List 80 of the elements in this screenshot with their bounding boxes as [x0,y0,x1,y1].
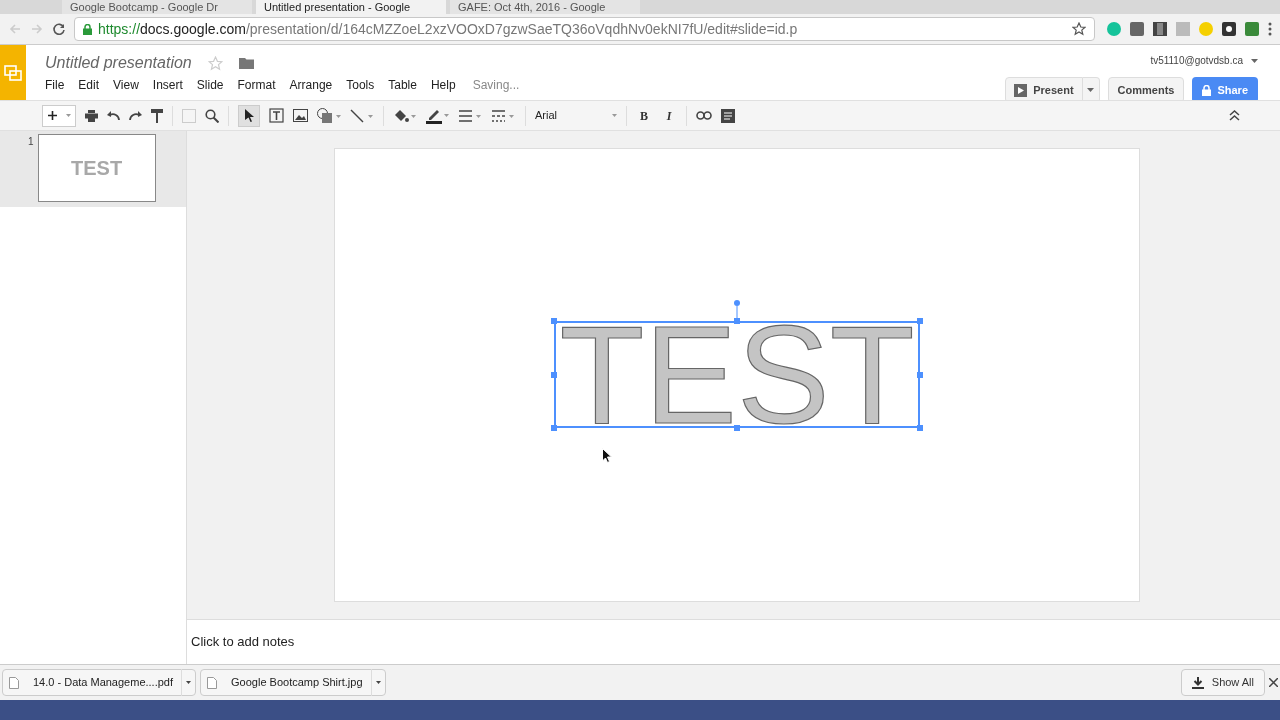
menu-item[interactable]: Slide [196,76,224,94]
account-email[interactable]: tv51110@gotvdsb.ca [1150,53,1243,68]
browser-tab[interactable]: Untitled presentation - Google [256,0,446,14]
browser-tab[interactable]: Google Bootcamp - Google Dr [62,0,252,14]
url-text: https://docs.google.com/presentation/d/164cMZZoeL2xzVOOxD7gzwSaeTQ36oVqdhNv0ekNI7fU/edit#slide=id.p [98,19,798,39]
download-icon [1191,676,1204,689]
line-icon[interactable] [350,108,374,123]
menu-item[interactable]: View [113,76,139,94]
resize-handle[interactable] [917,425,923,431]
border-weight-icon[interactable] [459,109,483,122]
print-icon[interactable] [85,109,98,122]
show-all-button[interactable]: Show All [1180,669,1265,696]
film-icon[interactable] [1153,22,1167,36]
plus-icon [47,111,57,120]
save-status: Saving... [471,77,520,94]
resize-handle[interactable] [734,425,740,431]
link-icon[interactable] [696,111,712,120]
comments-button[interactable]: Comments [1107,77,1185,103]
download-filename: 14.0 - Data Manageme....pdf [32,675,175,691]
address-bar[interactable]: https://docs.google.com/presentation/d/164cMZZoeL2xzVOOxD7gzwSaeTQ36oVqdhNv0ekNI7fU/edit#slide=id.p [74,17,1095,41]
mouse-pointer-icon [602,448,612,463]
resize-handle[interactable] [917,318,923,324]
menu-item[interactable]: Table [388,76,417,94]
layout-icon [182,108,196,123]
border-dash-icon[interactable] [492,109,516,122]
comment-icon[interactable] [721,108,735,123]
redo-icon[interactable] [129,110,142,121]
italic-button[interactable]: I [661,106,677,125]
download-filename: Google Bootcamp Shirt.jpg [230,675,364,691]
zoom-icon[interactable] [205,108,219,123]
slide-thumbnail-row[interactable]: 1 TEST [0,131,186,207]
download-item[interactable]: 14.0 - Data Manageme....pdf [2,669,197,696]
extension-icon[interactable] [1222,22,1236,36]
caret-icon[interactable] [1251,58,1258,63]
resize-handle[interactable] [551,318,557,324]
folder-icon[interactable] [238,57,254,69]
play-icon [1014,83,1028,97]
fill-color-icon[interactable] [393,108,417,123]
image-icon[interactable] [293,109,308,122]
menu-item[interactable]: Edit [78,76,100,94]
caret-icon[interactable] [375,681,381,684]
rotate-handle[interactable] [733,299,741,321]
slide-number: 1 [28,135,34,149]
caret-icon [65,114,71,117]
border-color-icon[interactable] [426,107,450,124]
menu-item[interactable]: Arrange [289,76,333,94]
select-tool[interactable] [238,104,260,127]
pointer-icon [244,109,254,122]
close-icon[interactable] [1269,678,1278,687]
caret-icon [612,114,617,117]
resize-handle[interactable] [917,372,923,378]
present-button[interactable]: Present [1005,77,1083,103]
menu-item[interactable]: Format [237,76,276,94]
document-title[interactable]: Untitled presentation [45,51,192,75]
lock-icon [83,23,92,35]
collapse-icon[interactable] [1229,110,1240,121]
file-icon [9,676,19,689]
resize-handle[interactable] [734,318,740,324]
caret-icon [1087,88,1095,92]
bold-button[interactable]: B [636,106,652,125]
file-icon [207,676,218,689]
browser-tab[interactable]: GAFE: Oct 4th, 2016 - Google [450,0,640,14]
menu-item[interactable]: Help [430,76,456,94]
shape-icon[interactable] [317,108,341,123]
star-icon[interactable] [1072,22,1086,36]
menu-item[interactable]: Insert [152,76,183,94]
lock-icon [1202,84,1212,96]
speaker-notes-field[interactable]: Click to add notes [191,632,295,652]
menu-item[interactable]: Tools [346,76,375,94]
text-box-icon[interactable] [269,108,284,123]
font-dropdown[interactable]: Arial [535,107,617,124]
resize-handle[interactable] [551,425,557,431]
more-icon[interactable] [1268,22,1272,36]
resize-handle[interactable] [551,372,557,378]
new-slide-button[interactable] [42,104,76,127]
menu-item[interactable]: File [45,76,65,94]
caret-icon[interactable] [186,681,192,684]
download-item[interactable]: Google Bootcamp Shirt.jpg [200,669,386,696]
undo-icon[interactable] [107,110,120,121]
reload-icon[interactable] [52,22,66,36]
